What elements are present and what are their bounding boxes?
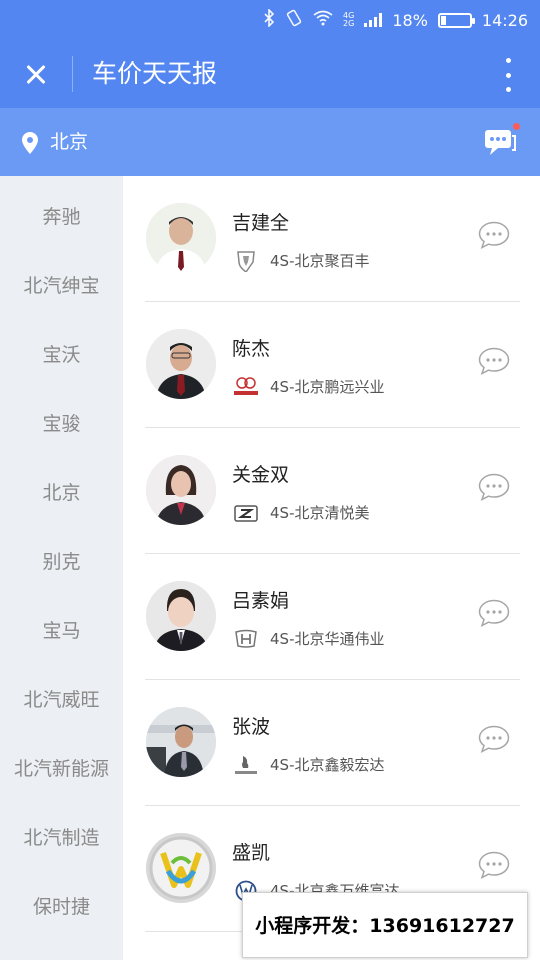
title-bar: 车价天天报 xyxy=(0,40,540,108)
list-item[interactable]: 吕素娟 4S-北京华通伟业 xyxy=(123,554,540,680)
wifi-icon xyxy=(313,10,333,30)
contact-name: 吉建全 xyxy=(232,212,290,234)
location-pin-icon[interactable] xyxy=(22,132,38,154)
battery-percentage: 18% xyxy=(392,10,428,30)
dealer-name: 4S-北京聚百丰 xyxy=(270,252,370,270)
clock: 14:26 xyxy=(481,10,528,30)
sidebar-item-beijing[interactable]: 北京 xyxy=(0,473,123,513)
avatar xyxy=(146,833,216,903)
location-bar: 北京 xyxy=(0,108,540,176)
chat-icon[interactable] xyxy=(478,851,510,879)
beijing-auto-icon xyxy=(233,376,259,398)
title-divider xyxy=(72,56,73,92)
sidebar-item-benz[interactable]: 奔驰 xyxy=(0,197,123,237)
peugeot-icon xyxy=(233,754,259,776)
z-brand-icon xyxy=(233,502,259,524)
chat-icon[interactable] xyxy=(478,599,510,627)
shield-brand-icon xyxy=(233,250,259,274)
status-icons: 4G 2G 18% 14:26 xyxy=(263,0,528,40)
sidebar-item-borgward[interactable]: 宝沃 xyxy=(0,335,123,375)
list-item[interactable]: 陈杰 4S-北京鹏远兴业 xyxy=(123,302,540,428)
sidebar-item-bmw[interactable]: 宝马 xyxy=(0,611,123,651)
avatar xyxy=(146,707,216,777)
sidebar-item-baic-new-energy[interactable]: 北汽新能源 xyxy=(0,749,123,789)
network-type: 4G 2G xyxy=(343,11,355,28)
avatar xyxy=(146,329,216,399)
chat-icon[interactable] xyxy=(478,347,510,375)
dealer-name: 4S-北京鑫毅宏达 xyxy=(270,756,385,774)
battery-icon xyxy=(437,12,475,28)
avatar xyxy=(146,455,216,525)
avatar xyxy=(146,581,216,651)
city-selector[interactable]: 北京 xyxy=(50,130,88,154)
sidebar-item-buick[interactable]: 别克 xyxy=(0,542,123,582)
status-bar: 4G 2G 18% 14:26 xyxy=(0,0,540,40)
chat-icon[interactable] xyxy=(478,725,510,753)
notification-dot xyxy=(513,123,520,130)
contact-list: 吉建全 4S-北京聚百丰 陈杰 4S-北京鹏远兴业 关金双 4S-北京清悦美 吕… xyxy=(123,176,540,960)
close-icon[interactable] xyxy=(14,54,58,94)
sidebar-item-baic-weiwang[interactable]: 北汽威旺 xyxy=(0,680,123,720)
signal-icon xyxy=(364,13,383,27)
contact-name: 张波 xyxy=(232,716,271,738)
list-item[interactable]: 吉建全 4S-北京聚百丰 xyxy=(123,176,540,302)
chat-icon[interactable] xyxy=(478,221,510,249)
contact-name: 盛凯 xyxy=(232,842,271,864)
honda-icon xyxy=(233,628,259,650)
message-icon[interactable] xyxy=(484,123,520,158)
sidebar-item-porsche[interactable]: 保时捷 xyxy=(0,887,123,927)
bluetooth-icon xyxy=(263,8,275,31)
contact-name: 陈杰 xyxy=(232,338,271,360)
brand-sidebar: 奔驰 北汽绅宝 宝沃 宝骏 北京 别克 宝马 北汽威旺 北汽新能源 北汽制造 保… xyxy=(0,176,123,960)
sidebar-item-baic-manufacturing[interactable]: 北汽制造 xyxy=(0,818,123,858)
sidebar-item-baic-senova[interactable]: 北汽绅宝 xyxy=(0,266,123,306)
dealer-name: 4S-北京华通伟业 xyxy=(270,630,385,648)
vibrate-icon xyxy=(285,9,303,31)
chat-icon[interactable] xyxy=(478,473,510,501)
developer-watermark: 小程序开发：13691612727 xyxy=(242,892,528,958)
contact-name: 吕素娟 xyxy=(232,590,290,612)
contact-name: 关金双 xyxy=(232,464,290,486)
list-item[interactable]: 关金双 4S-北京清悦美 xyxy=(123,428,540,554)
list-item[interactable]: 张波 4S-北京鑫毅宏达 xyxy=(123,680,540,806)
avatar xyxy=(146,203,216,273)
sidebar-item-baojun[interactable]: 宝骏 xyxy=(0,404,123,444)
battery-fill xyxy=(440,15,447,25)
page-title: 车价天天报 xyxy=(92,59,218,88)
dealer-name: 4S-北京清悦美 xyxy=(270,504,370,522)
more-vertical-icon[interactable] xyxy=(498,58,518,92)
dealer-name: 4S-北京鹏远兴业 xyxy=(270,378,385,396)
